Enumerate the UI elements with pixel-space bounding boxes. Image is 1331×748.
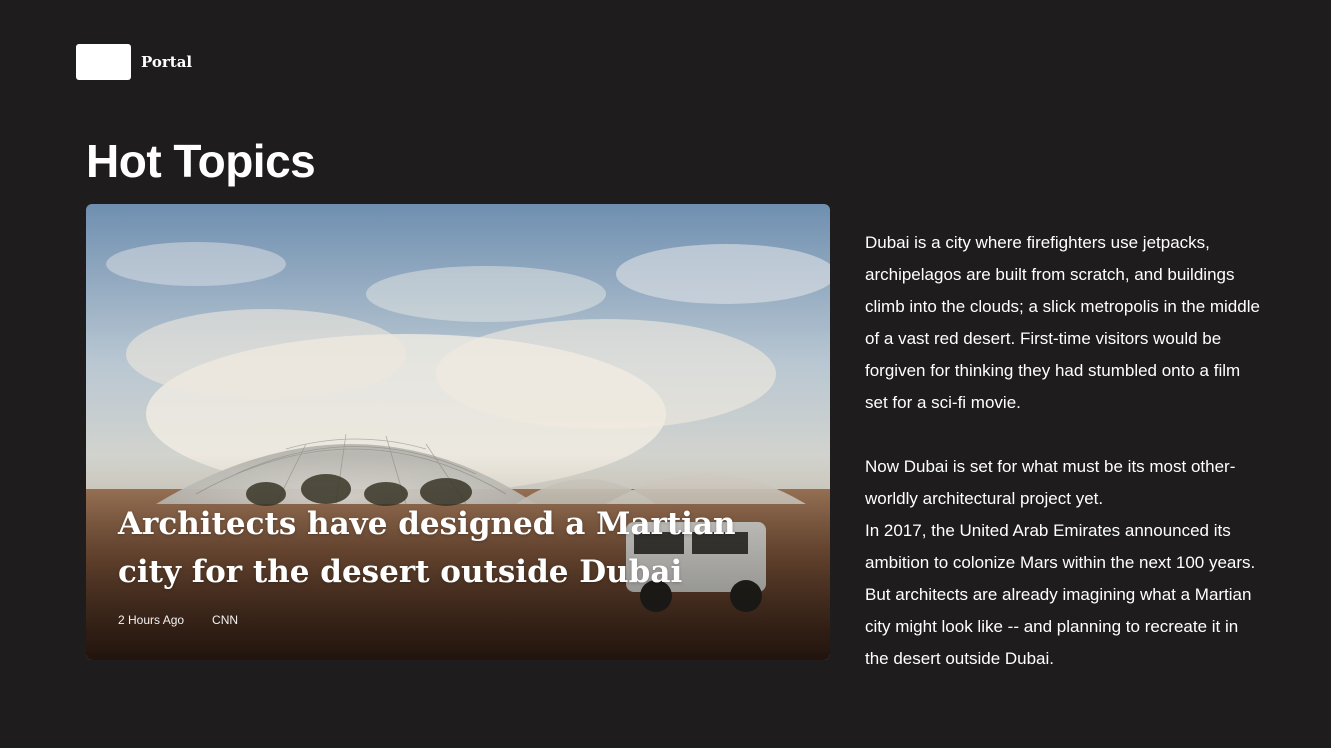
page-title: Hot Topics bbox=[86, 135, 316, 187]
logo-badge[interactable]: News bbox=[76, 44, 131, 80]
featured-story-time: 2 Hours Ago bbox=[118, 613, 185, 627]
article-paragraph: Dubai is a city where firefighters use j… bbox=[865, 233, 1260, 412]
logo-text[interactable]: Portal bbox=[141, 53, 192, 71]
logo-label: News bbox=[82, 53, 125, 71]
featured-story-headline[interactable]: Architects have designed a Martian city … bbox=[118, 500, 778, 596]
article-paragraph: Now Dubai is set for what must be its mo… bbox=[865, 457, 1236, 508]
featured-story-card[interactable]: Architects have designed a Martian city … bbox=[86, 204, 830, 660]
site-header: News Portal bbox=[76, 44, 192, 80]
featured-story-meta: 2 Hours Ago CNN bbox=[118, 613, 238, 627]
article-paragraph: In 2017, the United Arab Emirates announ… bbox=[865, 521, 1256, 668]
featured-story-source[interactable]: CNN bbox=[212, 613, 238, 627]
article-body: Dubai is a city where firefighters use j… bbox=[865, 227, 1265, 675]
